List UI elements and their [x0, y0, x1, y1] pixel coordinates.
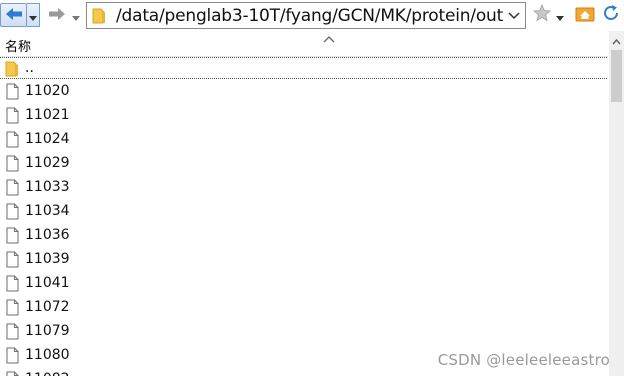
- file-icon: [5, 299, 19, 316]
- file-icon: [5, 323, 19, 340]
- file-name: 11034: [25, 203, 70, 219]
- file-icon: [5, 371, 19, 376]
- scroll-up-button[interactable]: [609, 31, 624, 48]
- home-button[interactable]: [574, 4, 596, 26]
- file-row[interactable]: 11024: [0, 127, 608, 151]
- column-header: 名称: [0, 32, 608, 57]
- bookmark-dropdown[interactable]: [555, 9, 565, 21]
- forward-button[interactable]: [44, 3, 70, 27]
- address-bar[interactable]: /data/penglab3-10T/fyang/GCN/MK/protein/…: [86, 2, 526, 29]
- file-row[interactable]: 11072: [0, 295, 608, 319]
- file-icon: [5, 275, 19, 292]
- navigation-toolbar: /data/penglab3-10T/fyang/GCN/MK/protein/…: [0, 0, 624, 31]
- refresh-button[interactable]: [600, 4, 622, 26]
- name-column-header[interactable]: 名称: [5, 36, 31, 55]
- file-list: .. 11020 11021 11024 11029 11033 11034 11036 11…: [0, 57, 608, 376]
- file-row[interactable]: 11039: [0, 247, 608, 271]
- parent-directory-label: ..: [25, 60, 34, 76]
- back-history-dropdown[interactable]: [27, 3, 40, 27]
- file-name: 11024: [25, 131, 70, 147]
- file-name: 11080: [25, 347, 70, 363]
- refresh-icon: [602, 4, 620, 26]
- back-button[interactable]: [0, 3, 27, 27]
- file-icon: [5, 251, 19, 268]
- file-row[interactable]: 11021: [0, 103, 608, 127]
- file-name: 11072: [25, 299, 70, 315]
- file-icon: [5, 155, 19, 172]
- file-row[interactable]: 11036: [0, 223, 608, 247]
- parent-directory-row[interactable]: ..: [0, 57, 607, 79]
- file-row[interactable]: 11029: [0, 151, 608, 175]
- file-name: 11036: [25, 227, 70, 243]
- file-name: 11082: [25, 371, 70, 376]
- address-dropdown-button[interactable]: [507, 9, 521, 23]
- file-icon: [5, 83, 19, 100]
- file-row[interactable]: 11033: [0, 175, 608, 199]
- scroll-thumb[interactable]: [611, 50, 622, 102]
- file-icon: [5, 131, 19, 148]
- file-name: 11021: [25, 107, 70, 123]
- bookmark-button[interactable]: [531, 3, 553, 26]
- file-icon: [5, 227, 19, 244]
- folder-icon: [92, 7, 108, 25]
- star-icon: [533, 3, 551, 26]
- vertical-scrollbar[interactable]: [609, 31, 624, 376]
- home-folder-icon: [575, 4, 595, 26]
- chevron-down-icon: [72, 6, 80, 25]
- file-row[interactable]: 11034: [0, 199, 608, 223]
- chevron-up-icon: [612, 30, 621, 49]
- file-icon: [5, 347, 19, 364]
- file-row[interactable]: 11041: [0, 271, 608, 295]
- file-name: 11029: [25, 155, 70, 171]
- sort-ascending-icon: [323, 29, 335, 43]
- file-icon: [5, 203, 19, 220]
- folder-icon: [5, 60, 19, 77]
- file-row[interactable]: 11079: [0, 319, 608, 343]
- back-arrow-icon: [5, 6, 23, 25]
- file-name: 11079: [25, 323, 70, 339]
- forward-arrow-icon: [48, 6, 66, 25]
- forward-history-dropdown[interactable]: [70, 3, 82, 27]
- watermark: CSDN @leeleeleeastro: [437, 351, 610, 369]
- chevron-down-icon: [556, 6, 564, 25]
- chevron-down-icon: [29, 6, 37, 25]
- file-row[interactable]: 11020: [0, 79, 608, 103]
- path-text[interactable]: /data/penglab3-10T/fyang/GCN/MK/protein/…: [116, 6, 503, 26]
- file-name: 11033: [25, 179, 70, 195]
- file-icon: [5, 179, 19, 196]
- file-icon: [5, 107, 19, 124]
- file-name: 11020: [25, 83, 70, 99]
- file-name: 11039: [25, 251, 70, 267]
- file-name: 11041: [25, 275, 70, 291]
